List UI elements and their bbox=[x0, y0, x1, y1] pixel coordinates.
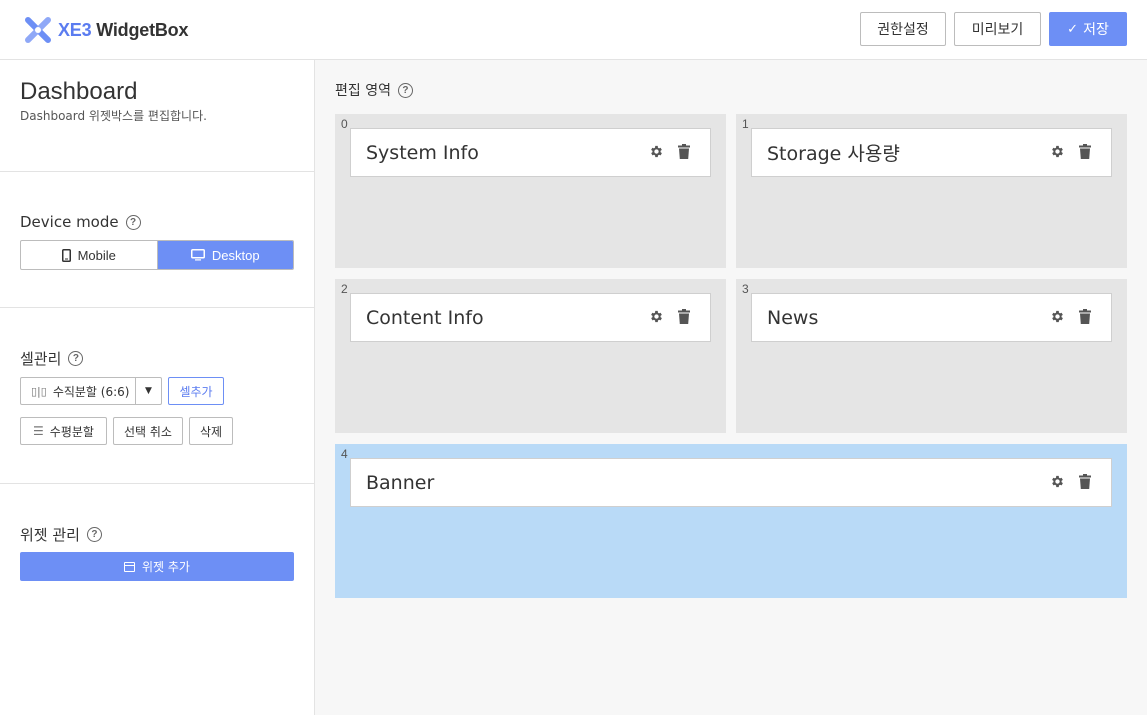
divider bbox=[0, 307, 314, 308]
device-mode-text: Device mode bbox=[20, 213, 119, 231]
horizontal-split-label: 수평분할 bbox=[49, 424, 94, 439]
save-button-label: 저장 bbox=[1083, 22, 1109, 38]
help-icon[interactable]: ? bbox=[68, 351, 84, 366]
grid-cell[interactable]: 3 News bbox=[736, 279, 1127, 433]
page-subtitle: Dashboard 위젯박스를 편집합니다. bbox=[20, 109, 207, 123]
gear-icon[interactable] bbox=[1050, 474, 1065, 489]
split-select-value: 수직분할 (6:6) bbox=[52, 384, 130, 399]
app-logo[interactable]: XE3 WidgetBox bbox=[24, 15, 188, 45]
widget-title: Banner bbox=[366, 471, 435, 494]
logo-prefix: XE3 bbox=[58, 19, 92, 40]
add-widget-label: 위젯 추가 bbox=[142, 560, 190, 574]
widget-title: News bbox=[767, 306, 819, 329]
cell-index: 0 bbox=[341, 117, 348, 131]
add-widget-button[interactable]: 위젯 추가 bbox=[20, 552, 294, 581]
cell-mgmt-label: 셀관리 ? bbox=[20, 348, 84, 369]
mobile-icon bbox=[61, 248, 71, 262]
cell-index: 2 bbox=[341, 282, 348, 296]
widget-card[interactable]: Storage 사용량 bbox=[751, 128, 1112, 177]
widget-card[interactable]: News bbox=[751, 293, 1112, 342]
device-mode-label: Device mode ? bbox=[20, 213, 141, 231]
permissions-button[interactable]: 권한설정 bbox=[860, 12, 946, 46]
trash-icon[interactable] bbox=[1079, 144, 1091, 159]
divider bbox=[0, 483, 314, 484]
mobile-mode-button[interactable]: Mobile bbox=[21, 241, 158, 269]
widget-mgmt-text: 위젯 관리 bbox=[20, 526, 80, 544]
check-icon: ✓ bbox=[1067, 21, 1079, 37]
trash-icon[interactable] bbox=[1079, 309, 1091, 324]
widget-title: Storage 사용량 bbox=[767, 143, 900, 165]
add-cell-button[interactable]: 셀추가 bbox=[168, 377, 224, 405]
edit-area: 편집 영역 ? 0 System Info 1 Storage 사용량 2 Co… bbox=[315, 60, 1147, 715]
cell-index: 4 bbox=[341, 447, 348, 461]
delete-cell-button[interactable]: 삭제 bbox=[189, 417, 233, 445]
top-header: XE3 WidgetBox 권한설정 미리보기 ✓ 저장 bbox=[0, 0, 1147, 60]
widget-mgmt-label: 위젯 관리 ? bbox=[20, 524, 102, 545]
split-select[interactable]: ▯|▯ 수직분할 (6:6) ▼ bbox=[20, 377, 162, 405]
desktop-icon bbox=[190, 249, 205, 261]
preview-button[interactable]: 미리보기 bbox=[954, 12, 1041, 46]
cell-index: 3 bbox=[742, 282, 749, 296]
horizontal-split-icon: ☰ bbox=[33, 424, 44, 438]
logo-name: WidgetBox bbox=[96, 19, 189, 40]
widget-title: System Info bbox=[366, 141, 479, 164]
help-icon[interactable]: ? bbox=[86, 527, 102, 542]
help-icon[interactable]: ? bbox=[125, 214, 141, 230]
caret-down-icon[interactable]: ▼ bbox=[135, 378, 161, 404]
help-icon[interactable]: ? bbox=[397, 82, 413, 98]
cell-index: 1 bbox=[742, 117, 749, 131]
widget-card[interactable]: Banner bbox=[350, 458, 1112, 507]
divider bbox=[0, 171, 314, 172]
gear-icon[interactable] bbox=[1050, 144, 1065, 159]
device-mode-toggle: Mobile Desktop bbox=[20, 240, 294, 270]
grid-cell[interactable]: 1 Storage 사용량 bbox=[736, 114, 1127, 268]
desktop-mode-button[interactable]: Desktop bbox=[157, 241, 293, 269]
sidebar: Dashboard Dashboard 위젯박스를 편집합니다. Device … bbox=[0, 60, 315, 715]
deselect-button[interactable]: 선택 취소 bbox=[113, 417, 183, 445]
cell-mgmt-text: 셀관리 bbox=[20, 350, 62, 368]
gear-icon[interactable] bbox=[649, 144, 664, 159]
grid-cell-selected[interactable]: 4 Banner bbox=[335, 444, 1127, 598]
grid-cell[interactable]: 2 Content Info bbox=[335, 279, 726, 433]
logo-text: XE3 WidgetBox bbox=[58, 20, 188, 41]
widget-icon bbox=[124, 561, 135, 572]
edit-area-text: 편집 영역 bbox=[335, 83, 391, 99]
mobile-label: Mobile bbox=[77, 247, 116, 263]
trash-icon[interactable] bbox=[1079, 474, 1091, 489]
gear-icon[interactable] bbox=[649, 309, 664, 324]
vertical-split-icon: ▯|▯ bbox=[31, 384, 47, 398]
trash-icon[interactable] bbox=[678, 309, 690, 324]
page-title: Dashboard bbox=[20, 78, 138, 105]
edit-area-label: 편집 영역 ? bbox=[335, 80, 413, 100]
desktop-label: Desktop bbox=[211, 247, 260, 263]
grid-cell[interactable]: 0 System Info bbox=[335, 114, 726, 268]
trash-icon[interactable] bbox=[678, 144, 690, 159]
xe-logo-icon bbox=[25, 17, 51, 43]
widget-card[interactable]: System Info bbox=[350, 128, 711, 177]
save-button[interactable]: ✓ 저장 bbox=[1049, 12, 1127, 46]
widget-title: Content Info bbox=[366, 306, 484, 329]
gear-icon[interactable] bbox=[1050, 309, 1065, 324]
horizontal-split-button[interactable]: ☰ 수평분할 bbox=[20, 417, 107, 445]
widget-card[interactable]: Content Info bbox=[350, 293, 711, 342]
